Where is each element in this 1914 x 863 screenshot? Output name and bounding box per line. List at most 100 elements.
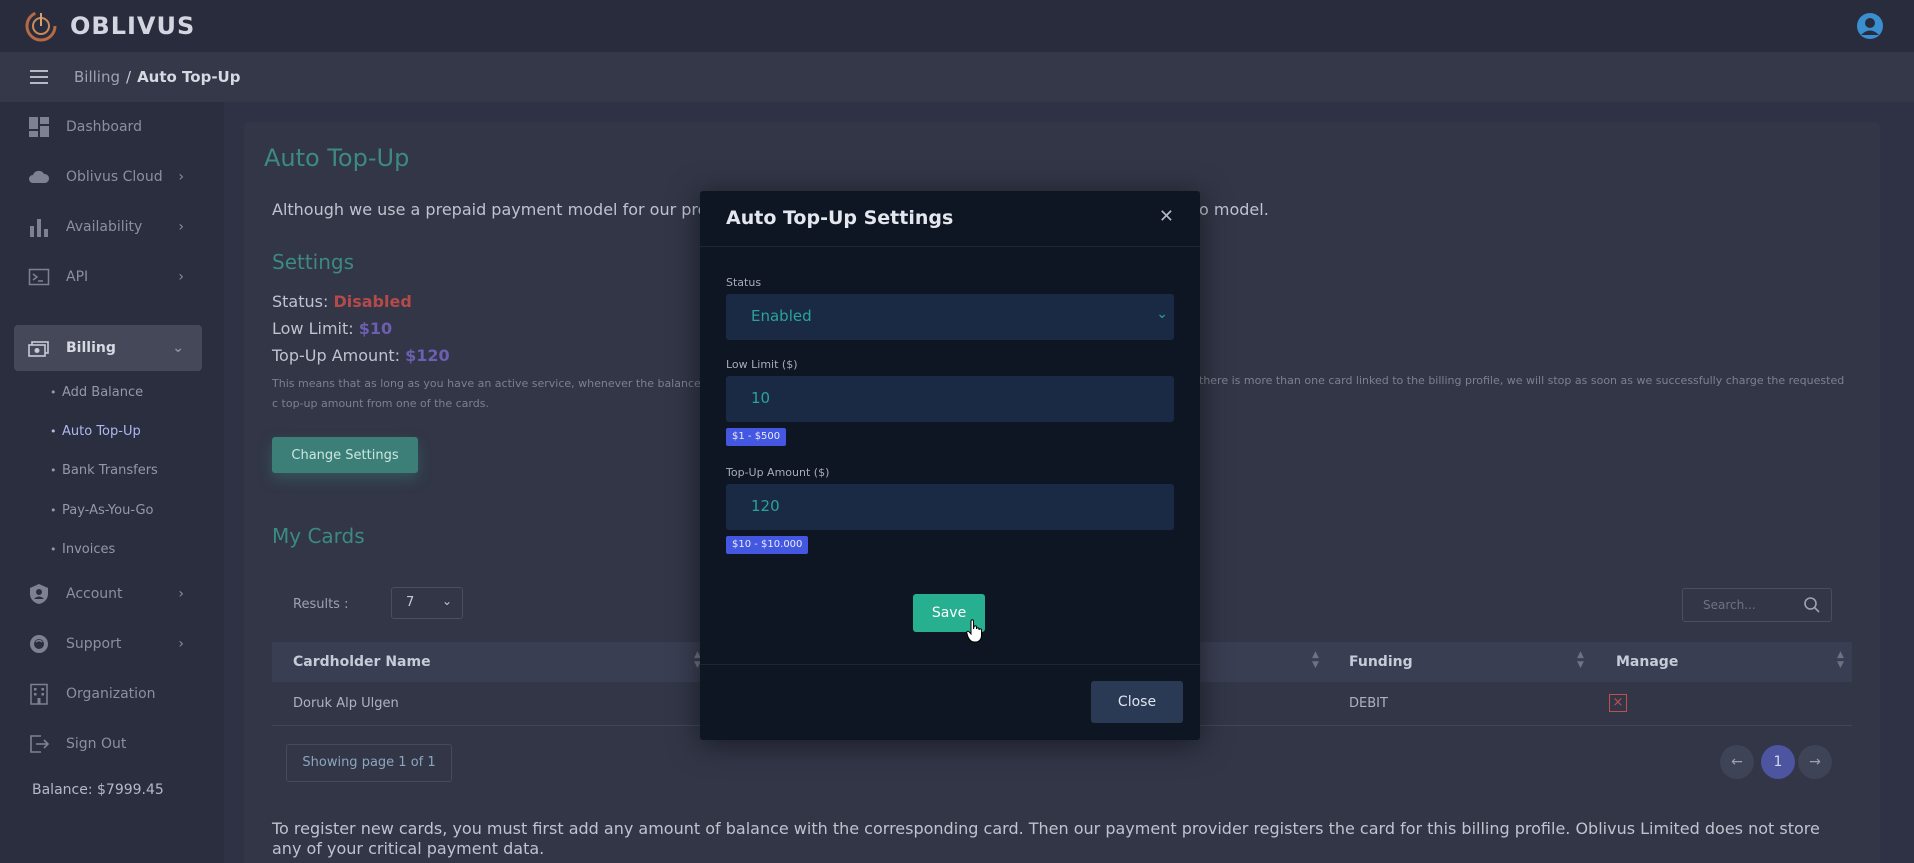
close-icon[interactable]: ✕ bbox=[1159, 206, 1174, 227]
sidebar-item-label: API bbox=[66, 269, 89, 285]
sidebar-item-label: Oblivus Cloud bbox=[66, 169, 163, 185]
sidebar-item-oblivus-cloud[interactable]: Oblivus Cloud › bbox=[14, 155, 202, 199]
topup-amount-label: Top-Up Amount: bbox=[272, 346, 400, 365]
breadcrumb: Billing / Auto Top-Up bbox=[74, 68, 240, 86]
search-icon bbox=[1804, 597, 1820, 613]
close-button[interactable]: Close bbox=[1091, 681, 1183, 723]
sign-out-icon bbox=[30, 735, 50, 753]
sidebar-item-availability[interactable]: Availability › bbox=[14, 205, 202, 249]
account-balance: Balance: $7999.45 bbox=[32, 782, 164, 798]
billing-icon bbox=[28, 341, 49, 357]
low-limit-range-badge: $1 - $500 bbox=[726, 428, 787, 446]
column-cardholder-name[interactable]: Cardholder Name bbox=[293, 654, 431, 670]
intro-text: Although we use a prepaid payment model … bbox=[272, 200, 728, 219]
bar-chart-icon bbox=[30, 219, 48, 237]
delete-card-icon[interactable]: × bbox=[1609, 694, 1627, 712]
next-page-button[interactable]: → bbox=[1798, 745, 1832, 779]
status-field-label: Status bbox=[726, 276, 762, 289]
logo[interactable]: OBLIVUS bbox=[24, 9, 195, 43]
topup-amount-input[interactable]: 120 bbox=[726, 484, 1174, 530]
card-registration-note: To register new cards, you must first ad… bbox=[272, 819, 1820, 858]
breadcrumb-parent[interactable]: Billing bbox=[74, 68, 120, 86]
breadcrumb-separator: / bbox=[126, 68, 132, 86]
status-label: Status: bbox=[272, 292, 329, 311]
modal-title: Auto Top-Up Settings bbox=[726, 207, 954, 229]
app-name: OBLIVUS bbox=[70, 12, 196, 40]
low-limit-value: $10 bbox=[358, 319, 393, 338]
chevron-right-icon: › bbox=[178, 219, 184, 235]
sidebar-item-label: Availability bbox=[66, 219, 143, 235]
modal-footer-divider bbox=[700, 664, 1200, 665]
my-cards-title: My Cards bbox=[272, 524, 365, 548]
change-settings-button[interactable]: Change Settings bbox=[272, 437, 418, 473]
chevron-down-icon: ⌄ bbox=[441, 594, 452, 608]
sidebar-subitem-invoices[interactable]: Invoices bbox=[50, 542, 115, 557]
sidebar-subitem-auto-top-up[interactable]: Auto Top-Up bbox=[50, 424, 141, 439]
search-placeholder: Search... bbox=[1703, 598, 1756, 612]
status-line: Status: Disabled bbox=[272, 292, 412, 311]
results-label: Results : bbox=[293, 597, 349, 612]
chevron-down-icon: ⌄ bbox=[172, 340, 184, 356]
sidebar-item-label: Organization bbox=[66, 686, 156, 702]
sidebar-item-billing[interactable]: Billing ⌄ bbox=[14, 325, 202, 371]
sidebar-item-label: Sign Out bbox=[66, 736, 127, 752]
settings-description: This means that as long as you have an a… bbox=[272, 377, 701, 410]
sidebar-subitem-pay-as-you-go[interactable]: Pay-As-You-Go bbox=[50, 503, 153, 518]
column-manage: Manage bbox=[1616, 654, 1679, 670]
search-input[interactable]: Search... bbox=[1682, 588, 1832, 622]
settings-description-tail: there is more than one card linked to th… bbox=[1199, 374, 1845, 387]
sidebar-subitem-add-balance[interactable]: Add Balance bbox=[50, 385, 143, 400]
sidebar-item-support[interactable]: Support › bbox=[14, 622, 202, 666]
breadcrumb-current: Auto Top-Up bbox=[137, 68, 241, 86]
chevron-right-icon: › bbox=[178, 636, 184, 652]
user-avatar-icon[interactable] bbox=[1856, 12, 1884, 40]
support-icon bbox=[30, 635, 48, 653]
page-title: Auto Top-Up bbox=[264, 144, 410, 172]
chevron-right-icon: › bbox=[178, 586, 184, 602]
sidebar-item-account[interactable]: Account › bbox=[14, 572, 202, 616]
auto-topup-settings-modal: Auto Top-Up Settings ✕ Status Enabled ⌄ … bbox=[700, 191, 1200, 740]
modal-header: Auto Top-Up Settings ✕ bbox=[700, 191, 1200, 247]
previous-page-button[interactable]: ← bbox=[1720, 745, 1754, 779]
topup-amount-line: Top-Up Amount: $120 bbox=[272, 346, 450, 365]
sidebar-item-sign-out[interactable]: Sign Out bbox=[14, 722, 202, 766]
chevron-down-icon: ⌄ bbox=[1156, 306, 1168, 322]
sidebar-item-label: Billing bbox=[66, 340, 116, 356]
chevron-right-icon: › bbox=[178, 269, 184, 285]
topup-amount-value: $120 bbox=[405, 346, 450, 365]
page-1-button[interactable]: 1 bbox=[1761, 745, 1795, 779]
sidebar-subitem-bank-transfers[interactable]: Bank Transfers bbox=[50, 463, 158, 478]
pagination-info: Showing page 1 of 1 bbox=[286, 744, 452, 782]
sidebar-item-dashboard[interactable]: Dashboard bbox=[14, 105, 202, 149]
column-funding[interactable]: Funding bbox=[1349, 654, 1413, 670]
sort-icon[interactable]: ▲ ▼ bbox=[1577, 650, 1584, 670]
sort-icon[interactable]: ▲ ▼ bbox=[1312, 650, 1319, 670]
low-limit-line: Low Limit: $10 bbox=[272, 319, 392, 338]
low-limit-input[interactable]: 10 bbox=[726, 376, 1174, 422]
sidebar-item-label: Support bbox=[66, 636, 122, 652]
cell-cardholder-name: Doruk Alp Ulgen bbox=[293, 696, 399, 711]
intro-text-tail: o model. bbox=[1199, 200, 1269, 219]
breadcrumb-bar: Billing / Auto Top-Up bbox=[0, 52, 1914, 102]
sidebar: Dashboard Oblivus Cloud › Availability ›… bbox=[0, 102, 224, 863]
terminal-icon bbox=[28, 268, 50, 286]
hand-cursor-icon bbox=[966, 619, 982, 643]
low-limit-field-label: Low Limit ($) bbox=[726, 358, 798, 371]
sidebar-item-label: Dashboard bbox=[66, 119, 142, 135]
sidebar-item-label: Account bbox=[66, 586, 123, 602]
low-limit-label: Low Limit: bbox=[272, 319, 354, 338]
status-select-value: Enabled bbox=[751, 307, 812, 325]
sidebar-item-api[interactable]: API › bbox=[14, 255, 202, 299]
menu-toggle-icon[interactable] bbox=[30, 70, 48, 84]
topup-amount-input-value: 120 bbox=[751, 497, 780, 515]
dashboard-icon bbox=[29, 117, 49, 137]
sort-icon[interactable]: ▲ ▼ bbox=[1837, 650, 1844, 670]
sidebar-item-organization[interactable]: Organization bbox=[14, 672, 202, 716]
status-select[interactable]: Enabled ⌄ bbox=[726, 294, 1174, 340]
topup-amount-field-label: Top-Up Amount ($) bbox=[726, 466, 830, 479]
results-per-page-value: 7 bbox=[406, 595, 415, 610]
cell-funding: DEBIT bbox=[1349, 696, 1388, 711]
top-bar: OBLIVUS bbox=[0, 0, 1914, 52]
shield-icon bbox=[30, 584, 48, 604]
results-per-page-select[interactable]: 7 ⌄ bbox=[391, 587, 463, 619]
